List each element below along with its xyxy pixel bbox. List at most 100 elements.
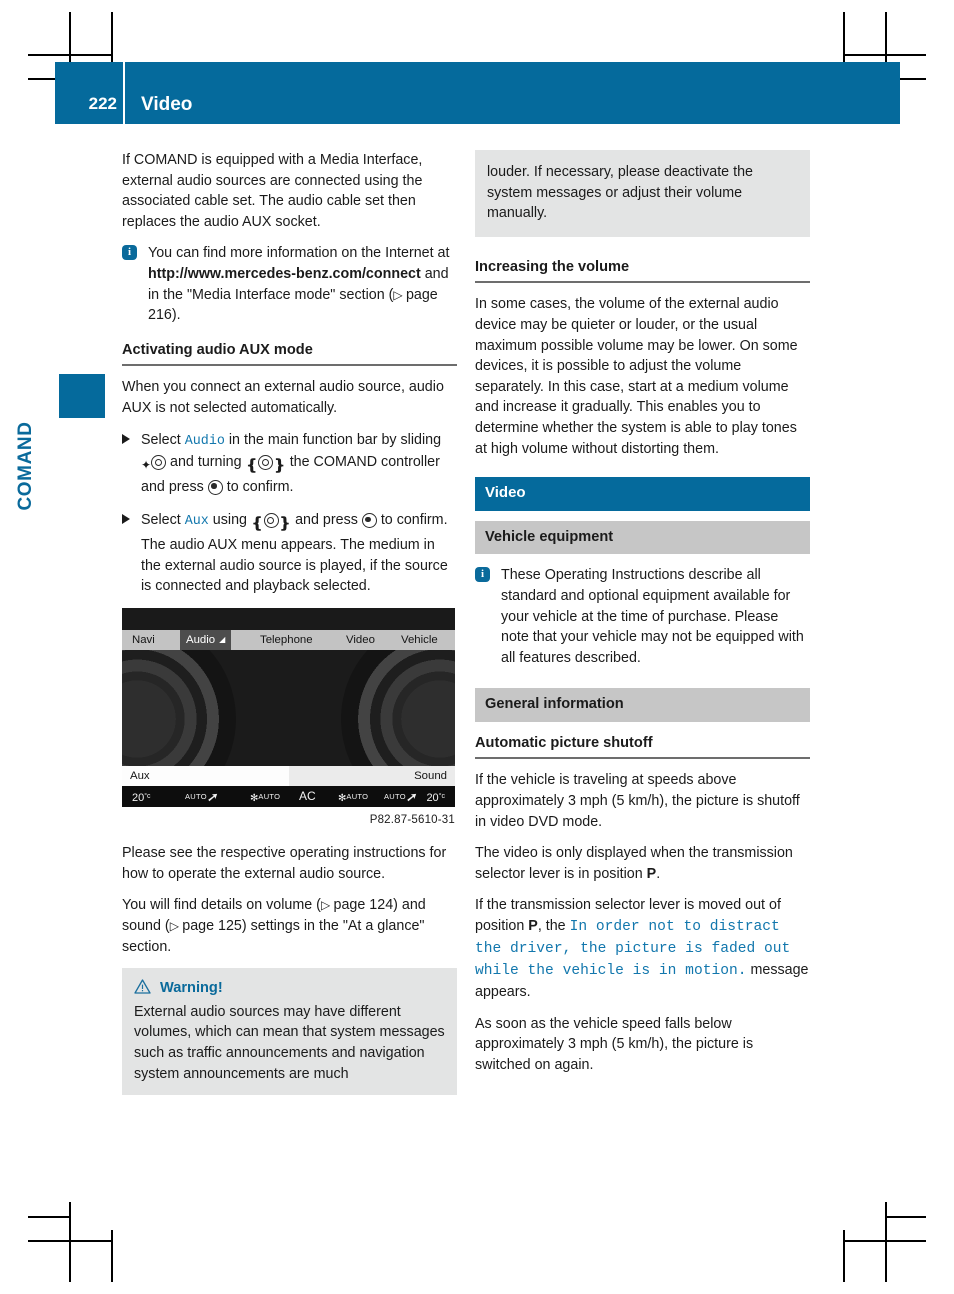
comand-softkey-bar: Aux Sound [122, 765, 455, 786]
step1-part5: to confirm. [222, 478, 294, 495]
crop-mark-bottom-right-h2 [885, 1216, 926, 1218]
displayed-part2: . [656, 865, 661, 882]
page-header: 222 Video [55, 62, 900, 124]
triangle-right-icon [122, 433, 130, 444]
info-note-url: http://www.mercedes-benz.com/connect [148, 265, 421, 282]
speaker-left-icon [122, 649, 236, 766]
fan-right-label: AUTO [346, 791, 369, 801]
message-bold-p: P [528, 918, 538, 935]
temp-right-unit: °c [438, 792, 445, 800]
page-number: 222 [88, 94, 117, 113]
dropdown-arrow-icon: ◢ [219, 634, 226, 644]
step1-part3: and turning [166, 454, 246, 471]
step2-detail: The audio AUX menu appears. The medium i… [141, 536, 448, 595]
step2-part3: and press [291, 512, 362, 529]
climate-auto-left-icon: AUTO➚ [185, 786, 217, 807]
section-bar-vehicle-equipment: Vehicle equipment [475, 520, 810, 555]
comand-speaker-graphic [122, 649, 455, 766]
right-column: louder. If necessary, please deactivate … [475, 150, 810, 1086]
comand-top-strip [122, 607, 455, 630]
step1-part2: in the main function bar by sliding [224, 431, 442, 448]
climate-ac-button[interactable]: AC [299, 786, 316, 807]
crop-mark-top-left-v2 [111, 12, 113, 64]
warning-box: Warning! External audio sources may have… [122, 968, 457, 1096]
warning-continuation-text: louder. If necessary, please deactivate … [487, 164, 753, 222]
section-bar-general-information: General information [475, 688, 810, 722]
info-note-media-interface: i You can find more information on the I… [122, 243, 457, 325]
subhead-automatic-picture-shutoff: Automatic picture shutoff [475, 733, 810, 760]
step1-part1: Select [141, 431, 185, 448]
step-select-audio: Select Audio in the main function bar by… [122, 430, 457, 500]
auto-right-label: AUTO [384, 791, 406, 801]
climate-temp-left: 20°c [132, 786, 151, 807]
after-figure-paragraph: Please see the respective operating inst… [122, 845, 447, 882]
climate-temp-right: 20°c [426, 786, 445, 807]
shutoff-paragraph: If the vehicle is traveling at speeds ab… [475, 772, 800, 830]
figure-caption: P82.87-5610-31 [369, 813, 455, 826]
displayed-paragraph: The video is only displayed when the tra… [475, 843, 810, 884]
speed-paragraph: As soon as the vehicle speed falls below… [475, 1015, 754, 1073]
speaker-right-icon [341, 649, 455, 766]
page-title: Video [141, 94, 193, 115]
page-ref-triangle-icon: ▷ [393, 287, 406, 302]
info-note-text-end: ). [171, 307, 181, 324]
subhead-activating-audio-aux: Activating audio AUX mode [122, 340, 457, 367]
temp-right-value: 20 [426, 791, 439, 804]
step-select-aux: Select Aux using ❴ ❵ and press to confirm… [122, 510, 457, 596]
info-note-text-before: You can find more information on the Int… [148, 245, 450, 262]
crop-mark-top-left-h1 [28, 54, 111, 56]
intro-paragraph: If COMAND is equipped with a Media Inter… [122, 152, 423, 230]
warning-title: Warning! [160, 980, 223, 997]
menu-item-audio[interactable]: Audio ◢ [180, 629, 232, 650]
chapter-tab-label: COMAND [15, 421, 36, 511]
menu-item-audio-label: Audio [186, 633, 216, 646]
left-column: If COMAND is equipped with a Media Inter… [122, 150, 457, 1096]
page-ref-triangle-icon: ▷ [320, 898, 334, 913]
auto-left-label: AUTO [185, 791, 207, 801]
message-part2: , the [537, 918, 570, 935]
turn-controller-icon: ❴ ❵ [250, 513, 292, 533]
menu-item-navi[interactable]: Navi [132, 630, 155, 650]
info-icon: i [122, 245, 137, 261]
lead-paragraph: When you connect an external audio sourc… [122, 379, 444, 416]
temp-left-unit: °c [144, 792, 151, 800]
press-controller-icon [361, 512, 377, 533]
step2-part2: using [208, 512, 251, 529]
page-number-block: 222 [55, 62, 123, 124]
airflow-icon: ➚ [206, 789, 217, 804]
page-ref-triangle-icon: ▷ [169, 919, 183, 934]
comand-main-function-bar: Navi Audio ◢ Telephone Video Vehicle [122, 629, 455, 650]
crop-mark-top-right-h1 [843, 54, 926, 56]
temp-left-value: 20 [132, 791, 145, 804]
airflow-icon: ➚ [405, 789, 416, 804]
settings-paragraph: You will find details on volume (▷ page … [122, 895, 457, 957]
softkey-aux[interactable]: Aux [122, 765, 289, 786]
fan-left-label: AUTO [258, 791, 281, 801]
menu-item-video[interactable]: Video [346, 630, 375, 650]
climate-auto-right-icon: AUTO➚ [384, 786, 416, 807]
press-controller-icon [207, 479, 223, 500]
step2-mono-aux: Aux [184, 514, 209, 530]
comand-climate-bar: 20°c AUTO➚ ✻AUTO AC ✻AUTO AUTO➚ 20°c [122, 785, 455, 807]
step1-mono-audio: Audio [184, 433, 225, 449]
subhead-increasing-volume: Increasing the volume [475, 257, 810, 284]
crop-mark-bottom-right-v1 [885, 1202, 887, 1282]
section-bar-video: Video [475, 477, 810, 511]
menu-item-telephone[interactable]: Telephone [260, 630, 313, 650]
settings-page-ref-2: page 125 [182, 918, 242, 935]
crop-mark-bottom-left-v1 [69, 1202, 71, 1282]
displayed-bold-p: P [646, 865, 657, 882]
menu-item-vehicle[interactable]: Vehicle [401, 630, 438, 650]
settings-part1: You will find details on volume ( [122, 897, 321, 914]
vehicle-equipment-note-text: These Operating Instructions describe al… [501, 567, 804, 666]
step2-part1: Select [141, 512, 185, 529]
climate-fan-left-icon: ✻AUTO [250, 786, 280, 807]
softkey-sound[interactable]: Sound [288, 765, 455, 786]
message-paragraph: If the transmission selector lever is mo… [475, 895, 810, 1002]
crop-mark-bottom-left-h1 [28, 1240, 111, 1242]
crop-mark-top-right-v2 [843, 12, 845, 64]
step2-part4: to confirm. [376, 512, 448, 529]
warning-title-row: Warning! [134, 978, 445, 999]
crop-mark-bottom-left-v2 [111, 1230, 113, 1282]
chapter-tab-marker [59, 374, 105, 418]
